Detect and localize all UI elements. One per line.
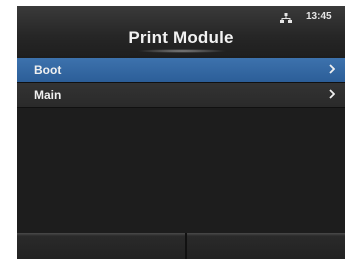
softkey-bar[interactable] — [17, 233, 345, 259]
title-underline-glow — [137, 49, 227, 53]
softkey-divider — [185, 233, 187, 259]
title-bar: 13:45 Print Module — [17, 6, 345, 56]
menu-item-label: Main — [34, 88, 62, 102]
menu-item-main[interactable]: Main — [17, 83, 345, 108]
clock-time: 13:45 — [306, 11, 332, 22]
page-title: Print Module — [128, 28, 234, 47]
chevron-right-icon — [329, 89, 335, 99]
menu-item-boot[interactable]: Boot — [17, 58, 345, 83]
menu-list: Boot Main — [17, 58, 345, 108]
lcd-screen: 13:45 Print Module Boot Main — [17, 6, 345, 259]
network-icon — [280, 13, 292, 23]
device-bezel: 13:45 Print Module Boot Main — [0, 0, 358, 259]
chevron-right-icon — [329, 64, 335, 74]
menu-item-label: Boot — [34, 63, 62, 77]
